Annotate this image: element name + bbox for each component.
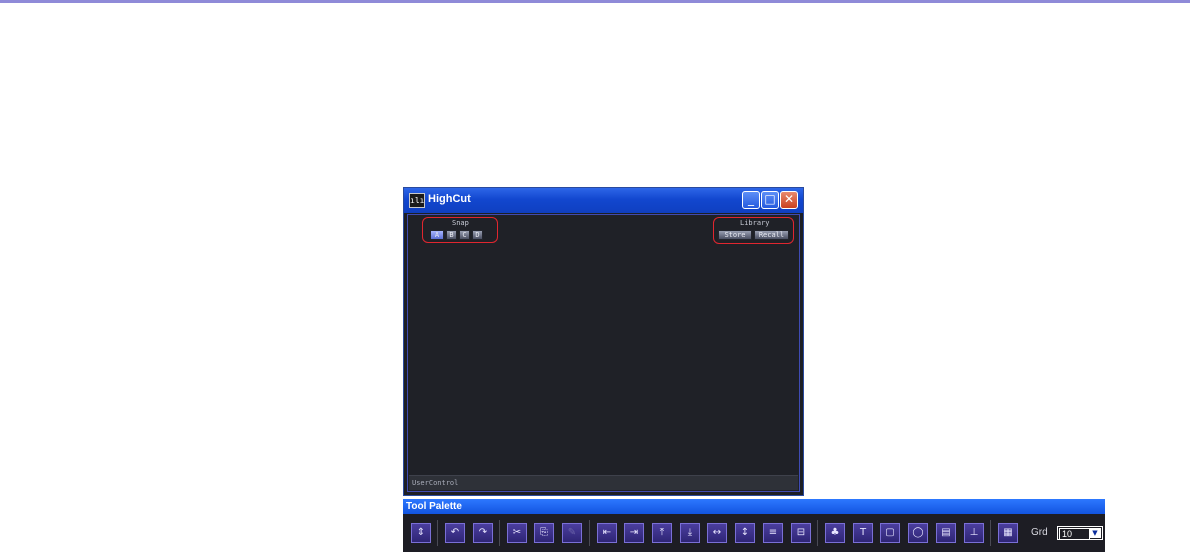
snap-label: Snap bbox=[452, 219, 469, 227]
top-accent-bar bbox=[0, 0, 1190, 3]
undo-icon[interactable]: ↶ bbox=[445, 523, 465, 543]
toolbar-separator bbox=[990, 520, 991, 546]
library-label: Library bbox=[740, 219, 770, 227]
snap-a-button[interactable]: A bbox=[430, 230, 444, 240]
line-tool-icon[interactable]: ⊥ bbox=[964, 523, 984, 543]
grid-toggle-icon[interactable]: ▦ bbox=[998, 523, 1018, 543]
box-tool-icon[interactable]: ▢ bbox=[880, 523, 900, 543]
frame-tool-icon[interactable]: ▤ bbox=[936, 523, 956, 543]
store-button[interactable]: Store bbox=[718, 230, 752, 240]
snap-c-button[interactable]: C bbox=[459, 230, 470, 240]
toolbar-separator bbox=[499, 520, 500, 546]
library-group: Library Store Recall bbox=[713, 217, 794, 244]
lasso-tool-icon[interactable]: ◯ bbox=[908, 523, 928, 543]
highcut-window: ılı HighCut _ □ ✕ Snap A B C D Library S… bbox=[403, 187, 804, 496]
redo-icon[interactable]: ↷ bbox=[473, 523, 493, 543]
grid-label: Grd bbox=[1031, 527, 1048, 538]
maximize-icon[interactable]: □ bbox=[761, 191, 779, 209]
chevron-down-icon[interactable]: ▼ bbox=[1089, 528, 1101, 538]
grid-size-value: 10 bbox=[1059, 528, 1090, 540]
align-bottom-icon[interactable]: ⤓ bbox=[680, 523, 700, 543]
recall-button[interactable]: Recall bbox=[754, 230, 789, 240]
align-top-icon[interactable]: ⤒ bbox=[652, 523, 672, 543]
close-icon[interactable]: ✕ bbox=[780, 191, 798, 209]
user-control-canvas[interactable]: Snap A B C D Library Store Recall UserCo… bbox=[407, 214, 800, 492]
grid-size-select[interactable]: 10 ▼ bbox=[1057, 526, 1103, 540]
select-tool-icon[interactable]: ⇕ bbox=[411, 523, 431, 543]
object-tool-icon[interactable]: ♣ bbox=[825, 523, 845, 543]
snap-d-button[interactable]: D bbox=[472, 230, 483, 240]
paste-icon[interactable]: ✎ bbox=[562, 523, 582, 543]
center-horizontal-icon[interactable]: ⊟ bbox=[791, 523, 811, 543]
toolbar-separator bbox=[817, 520, 818, 546]
text-tool-icon[interactable]: T bbox=[853, 523, 873, 543]
waveform-app-icon: ılı bbox=[409, 193, 425, 208]
align-left-icon[interactable]: ⇤ bbox=[597, 523, 617, 543]
center-vertical-icon[interactable]: ≡ bbox=[763, 523, 783, 543]
tool-palette: Tool Palette ⇕ ↶ ↷ ✂ ⎘ ✎ ⇤ ⇥ ⤒ ⤓ ↔ ↕ ≡ ⊟… bbox=[403, 499, 1105, 552]
title-bar[interactable]: ılı HighCut _ □ ✕ bbox=[404, 188, 803, 213]
window-title: HighCut bbox=[428, 193, 471, 205]
toolbar-separator bbox=[437, 520, 438, 546]
usercontrol-status-bar: UserControl bbox=[409, 475, 798, 490]
distribute-horizontal-icon[interactable]: ↔ bbox=[707, 523, 727, 543]
snap-b-button[interactable]: B bbox=[446, 230, 457, 240]
tool-palette-title[interactable]: Tool Palette bbox=[403, 499, 1105, 514]
toolbar-separator bbox=[589, 520, 590, 546]
distribute-vertical-icon[interactable]: ↕ bbox=[735, 523, 755, 543]
minimize-icon[interactable]: _ bbox=[742, 191, 760, 209]
copy-icon[interactable]: ⎘ bbox=[534, 523, 554, 543]
align-right-icon[interactable]: ⇥ bbox=[624, 523, 644, 543]
snap-group: Snap A B C D bbox=[422, 217, 498, 243]
cut-icon[interactable]: ✂ bbox=[507, 523, 527, 543]
